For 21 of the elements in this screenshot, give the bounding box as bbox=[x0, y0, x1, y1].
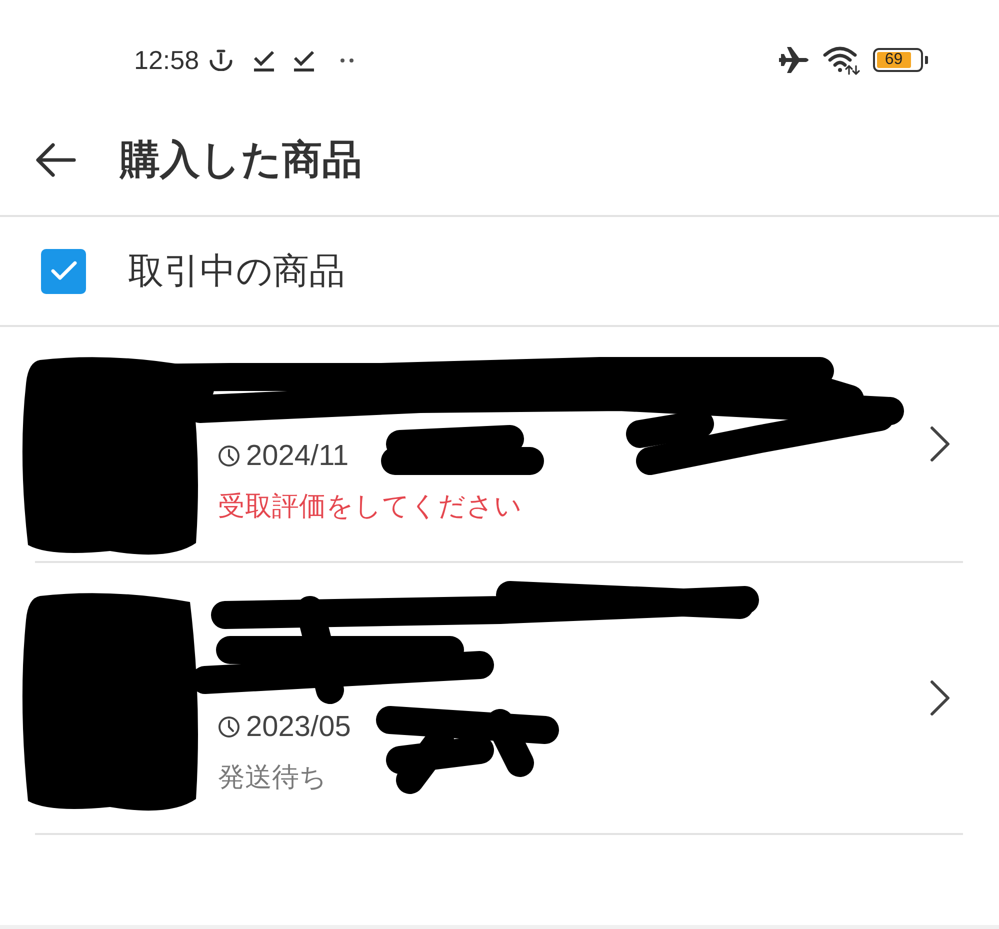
check-icon bbox=[50, 261, 76, 281]
anchor-icon bbox=[209, 49, 234, 71]
dots-icon bbox=[340, 58, 354, 62]
wifi-icon bbox=[823, 45, 861, 75]
purchase-item[interactable]: 2024/11 受取評価をしてください bbox=[0, 327, 999, 561]
clock-icon bbox=[218, 445, 240, 467]
item-status: 受取評価をしてください bbox=[218, 490, 522, 523]
checkbox[interactable] bbox=[41, 248, 86, 294]
chevron-right-icon bbox=[930, 426, 950, 462]
status-time: 12:58 bbox=[134, 44, 200, 76]
airplane-icon bbox=[779, 46, 811, 74]
battery-indicator: 69 bbox=[873, 48, 923, 72]
page-title: 購入した商品 bbox=[120, 136, 362, 184]
purchase-date: 2024/11 bbox=[246, 439, 349, 473]
item-status: 発送待ち bbox=[218, 761, 328, 794]
purchase-date: 2023/05 bbox=[246, 710, 351, 744]
checkbox-label: 取引中の商品 bbox=[128, 249, 345, 293]
clock-icon bbox=[218, 716, 240, 738]
chevron-right-icon bbox=[930, 680, 950, 716]
purchase-item[interactable]: 2023/05 発送待ち bbox=[0, 563, 999, 833]
back-button[interactable] bbox=[36, 142, 76, 176]
